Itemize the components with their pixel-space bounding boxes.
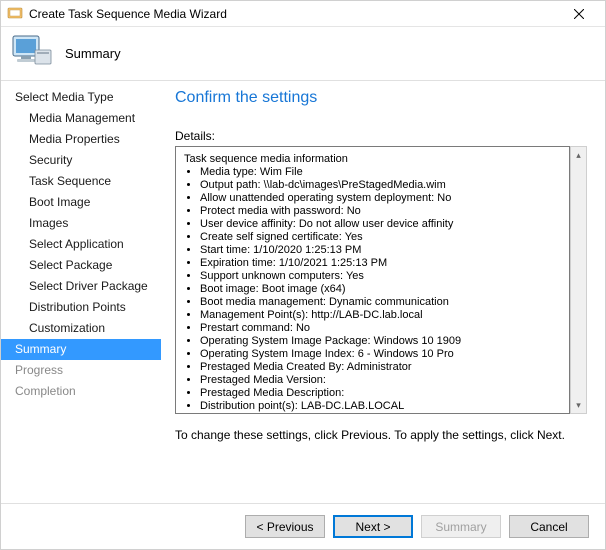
section1-title: Task sequence media information [184,153,563,166]
wizard-window: Create Task Sequence Media Wizard Summar… [0,0,606,550]
previous-button[interactable]: < Previous [245,515,325,538]
scrollbar[interactable]: ▴ ▾ [570,146,587,414]
sidebar-item-select-application[interactable]: Select Application [1,234,161,255]
detail-item: Output path: \\lab-dc\images\PreStagedMe… [200,179,563,192]
detail-item: Management Point(s): http://LAB-DC.lab.l… [200,309,563,322]
detail-item: Prestart command: No [200,322,563,335]
sidebar-item-select-package[interactable]: Select Package [1,255,161,276]
detail-item: Boot media management: Dynamic communica… [200,296,563,309]
close-button[interactable] [559,2,599,26]
detail-item: Prestaged Media Created By: Administrato… [200,361,563,374]
body: Select Media TypeMedia ManagementMedia P… [1,81,605,503]
titlebar: Create Task Sequence Media Wizard [1,1,605,27]
cancel-button[interactable]: Cancel [509,515,589,538]
computer-monitor-icon [11,32,55,75]
hint-text: To change these settings, click Previous… [175,428,587,442]
banner: Summary [1,27,605,81]
sidebar-item-progress: Progress [1,360,161,381]
detail-item: Expiration time: 1/10/2021 1:25:13 PM [200,257,563,270]
detail-item: Media type: Wim File [200,166,563,179]
detail-item: Distribution point(s): LAB-DC.LAB.LOCAL [200,400,563,413]
detail-item: Create self signed certificate: Yes [200,231,563,244]
sidebar-item-media-management[interactable]: Media Management [1,108,161,129]
next-button[interactable]: Next > [333,515,413,538]
detail-item: Operating System Image Package: Windows … [200,335,563,348]
sidebar-item-task-sequence[interactable]: Task Sequence [1,171,161,192]
details-box: Task sequence media information Media ty… [175,146,570,414]
sidebar-item-summary[interactable]: Summary [1,339,161,360]
content: Confirm the settings Details: Task seque… [161,81,605,503]
sidebar-item-media-properties[interactable]: Media Properties [1,129,161,150]
detail-item: User device affinity: Do not allow user … [200,218,563,231]
detail-item: Prestaged Media Description: [200,387,563,400]
sidebar-item-distribution-points[interactable]: Distribution Points [1,297,161,318]
details-wrap: Task sequence media information Media ty… [175,146,587,414]
detail-item: Boot image: Boot image (x64) [200,283,563,296]
summary-button: Summary [421,515,501,538]
detail-item: Total size of media content, MB: 4897 [200,413,563,414]
detail-item: Allow unattended operating system deploy… [200,192,563,205]
sidebar-item-images[interactable]: Images [1,213,161,234]
sidebar-item-customization[interactable]: Customization [1,318,161,339]
sidebar-item-security[interactable]: Security [1,150,161,171]
detail-item: Prestaged Media Version: [200,374,563,387]
footer: < Previous Next > Summary Cancel [1,503,605,549]
heading: Confirm the settings [175,89,587,107]
detail-item: Protect media with password: No [200,205,563,218]
scroll-down-arrow-icon[interactable]: ▾ [571,397,586,413]
detail-item: Operating System Image Index: 6 - Window… [200,348,563,361]
sidebar: Select Media TypeMedia ManagementMedia P… [1,81,161,503]
app-icon [7,6,23,22]
detail-item: Start time: 1/10/2020 1:25:13 PM [200,244,563,257]
section1-list: Media type: Wim FileOutput path: \\lab-d… [200,166,563,414]
scroll-up-arrow-icon[interactable]: ▴ [571,147,586,163]
detail-item: Support unknown computers: Yes [200,270,563,283]
details-label: Details: [175,129,587,143]
window-title: Create Task Sequence Media Wizard [29,7,559,21]
sidebar-item-boot-image[interactable]: Boot Image [1,192,161,213]
sidebar-item-select-driver-package[interactable]: Select Driver Package [1,276,161,297]
page-title: Summary [65,46,121,61]
sidebar-item-completion: Completion [1,381,161,402]
sidebar-item-select-media-type[interactable]: Select Media Type [1,87,161,108]
